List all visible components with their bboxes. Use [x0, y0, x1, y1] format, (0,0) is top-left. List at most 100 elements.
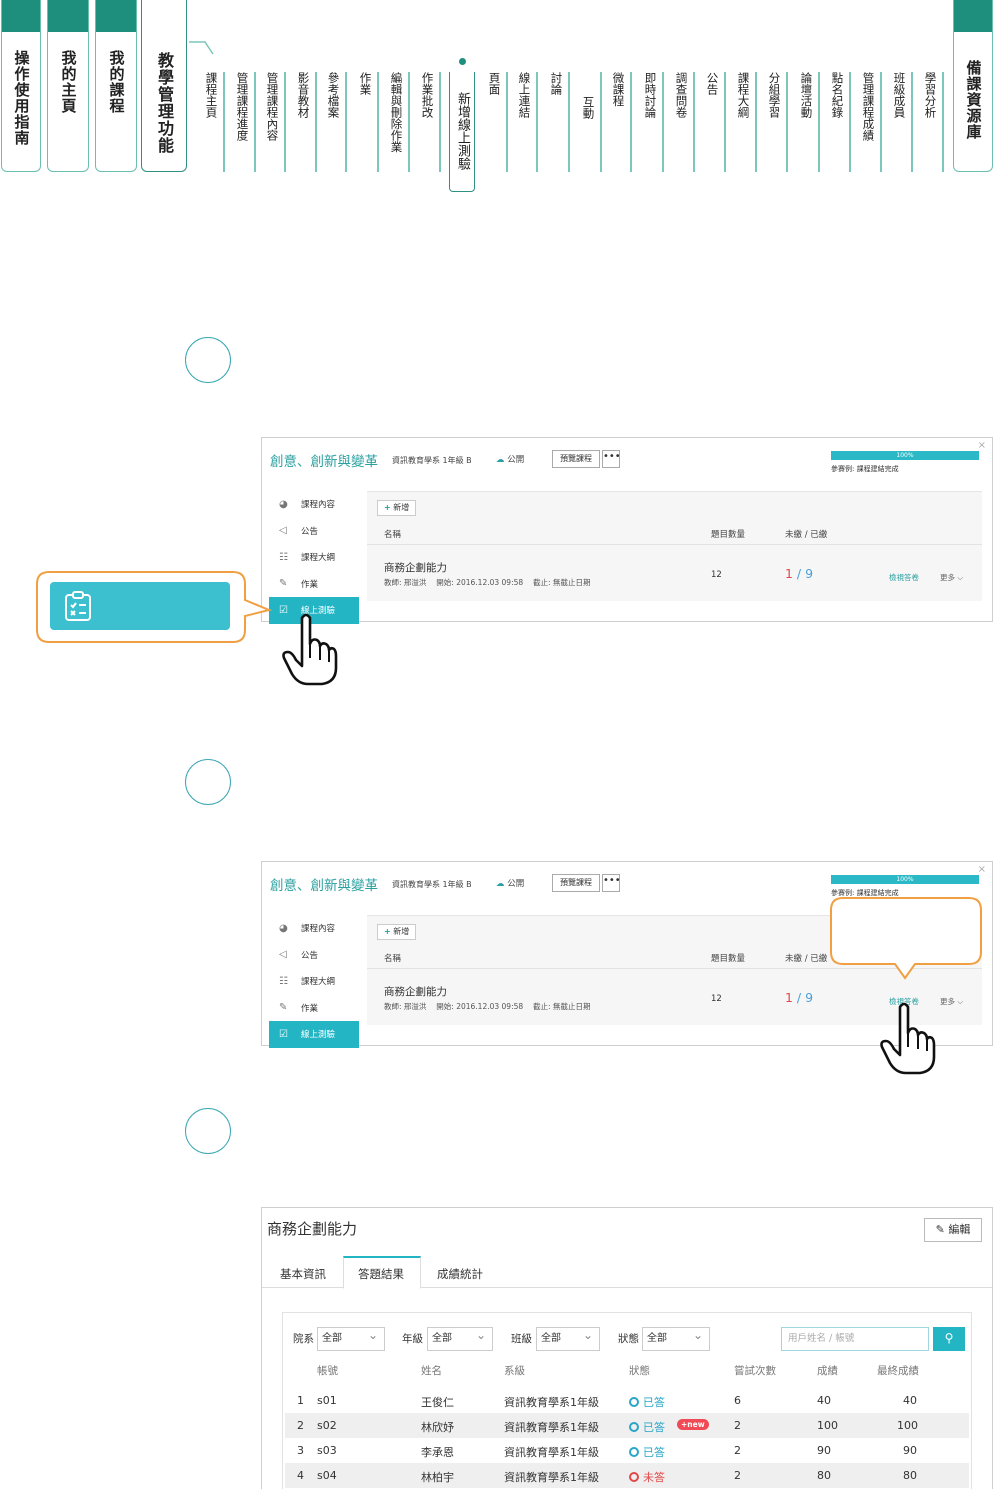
tab-teaching-management[interactable]: 教學管理功能 — [141, 0, 187, 172]
nav-item-21[interactable]: 點名紀錄 — [831, 72, 845, 118]
nav-divider — [439, 72, 441, 172]
cell-tries: 6 — [734, 1394, 741, 1407]
view-answers-link[interactable]: 檢視答卷 — [889, 572, 919, 583]
nav-item-5[interactable]: 參考檔案 — [327, 72, 341, 118]
course-dept: 資訊教育學系 1年級 B — [392, 880, 472, 889]
add-quiz-button[interactable]: + 新增 — [377, 924, 417, 940]
cell-tries: 2 — [734, 1419, 741, 1432]
quiz-feature-card — [50, 582, 230, 630]
add-label: 新增 — [393, 503, 410, 512]
tab-label: 教學管理功能 — [155, 52, 174, 154]
more-link[interactable]: 更多 ⌵ — [940, 996, 963, 1007]
visibility-text: 公開 — [507, 455, 525, 465]
nav-divider — [568, 72, 570, 172]
nav-item-1[interactable]: 課程主頁 — [205, 72, 219, 118]
sidebar-item-announcement[interactable]: ◁ 公告 — [269, 942, 359, 969]
nav-item-12[interactable]: 討論 — [550, 72, 564, 95]
nav-item-4[interactable]: 影音教材 — [297, 72, 311, 118]
status-answered: 已答 — [629, 1394, 665, 1410]
nav-item-8[interactable]: 作業批改 — [421, 72, 435, 118]
active-nav-frame — [449, 72, 475, 192]
nav-item-11[interactable]: 線上連結 — [518, 72, 532, 118]
progress-bar: 100% — [831, 875, 979, 884]
college-select[interactable]: 全部 — [317, 1324, 385, 1351]
submitted-count: 9 — [805, 990, 814, 1005]
status-ring-icon — [629, 1472, 639, 1482]
table-row[interactable]: 1 s01 王俊仁 資訊教育學系1年級 已答 6 40 40 — [285, 1388, 969, 1413]
sidebar-item-label: 線上測驗 — [301, 1030, 336, 1041]
col-count: 題目數量 — [711, 954, 746, 964]
quiz-name[interactable]: 商務企劃能力 — [384, 560, 447, 575]
callout-bubble-2 — [830, 897, 982, 980]
online-quiz-icon: ☑ — [279, 1028, 288, 1040]
status-ring-icon — [629, 1422, 639, 1432]
cell-final: 80 — [903, 1469, 917, 1482]
nav-item-19[interactable]: 分組學習 — [768, 72, 782, 118]
status-select[interactable]: 全部 — [642, 1324, 710, 1351]
sidebar-item-content[interactable]: ◕ 課程內容 — [269, 915, 359, 942]
nav-item-20[interactable]: 論壇活動 — [800, 72, 814, 118]
grade-select[interactable]: 全部 — [427, 1324, 493, 1351]
syllabus-icon: ☷ — [279, 551, 288, 563]
nav-item-7[interactable]: 編輯與刪除作業 — [390, 72, 404, 153]
unsubmitted-count: 1 — [785, 990, 793, 1005]
class-select[interactable]: 全部 — [536, 1324, 600, 1351]
more-options-button[interactable]: ••• — [602, 450, 621, 468]
sidebar-item-syllabus[interactable]: ☷ 課程大綱 — [269, 544, 359, 571]
quiz-name[interactable]: 商務企劃能力 — [384, 984, 447, 999]
nav-item-10[interactable]: 頁面 — [488, 72, 502, 95]
search-button[interactable]: ⚲ — [933, 1327, 965, 1351]
nav-divider — [536, 72, 538, 172]
nav-divider — [786, 72, 788, 172]
tab-resource-library[interactable]: 備課資源庫 — [953, 0, 993, 172]
nav-item-18[interactable]: 課程大綱 — [737, 72, 751, 118]
tab-basic-info[interactable]: 基本資訊 — [280, 1266, 326, 1282]
nav-item-22[interactable]: 管理課程成績 — [862, 72, 876, 141]
nav-item-2[interactable]: 管理課程進度 — [236, 72, 250, 141]
table-row[interactable]: 2 s02 林欣妤 資訊教育學系1年級 已答 +new 2 100 100 — [285, 1413, 969, 1438]
more-link[interactable]: 更多 ⌵ — [940, 572, 963, 583]
tab-answer-results[interactable]: 答題結果 — [358, 1266, 404, 1282]
sidebar-item-content[interactable]: ◕ 課程內容 — [269, 491, 359, 518]
filter-label-college: 院系 — [293, 1333, 314, 1345]
close-icon[interactable]: × — [978, 440, 986, 451]
sidebar-item-homework[interactable]: ✎ 作業 — [269, 571, 359, 598]
nav-item-14[interactable]: 微課程 — [612, 72, 626, 107]
cell-account: s02 — [317, 1419, 337, 1432]
sidebar-item-online-quiz[interactable]: ☑ 線上測驗 — [269, 1021, 359, 1048]
preview-course-button[interactable]: 預覽課程 — [552, 450, 600, 468]
nav-item-3[interactable]: 管理課程內容 — [266, 72, 280, 141]
submission-ratio: 1 / 9 — [785, 566, 813, 581]
tab-score-stats[interactable]: 成績統計 — [437, 1266, 483, 1282]
homework-icon: ✎ — [279, 578, 288, 590]
header-divider — [367, 544, 982, 545]
nav-item-16[interactable]: 調查問卷 — [675, 72, 689, 118]
status-answered: 已答 — [629, 1419, 665, 1435]
more-options-button[interactable]: ••• — [602, 874, 621, 892]
nav-item-24[interactable]: 學習分析 — [924, 72, 938, 118]
nav-item-13[interactable]: 互動 — [582, 96, 596, 119]
nav-item-23[interactable]: 班級成員 — [893, 72, 907, 118]
nav-item-6[interactable]: 作業 — [359, 72, 373, 95]
edit-button[interactable]: ✎ 編輯 — [924, 1218, 982, 1242]
status-text: 已答 — [643, 1396, 665, 1409]
nav-item-15[interactable]: 即時討論 — [644, 72, 658, 118]
tab-my-courses[interactable]: 我的課程 — [95, 0, 137, 172]
sidebar-item-label: 作業 — [301, 579, 319, 590]
cell-name: 林欣妤 — [421, 1421, 454, 1434]
preview-course-button[interactable]: 預覽課程 — [552, 874, 600, 892]
table-row[interactable]: 3 s03 李承恩 資訊教育學系1年級 已答 2 90 90 — [285, 1438, 969, 1463]
sidebar-item-homework[interactable]: ✎ 作業 — [269, 995, 359, 1022]
tab-my-home[interactable]: 我的主頁 — [47, 0, 89, 172]
nav-item-17[interactable]: 公告 — [706, 72, 720, 95]
step-marker-1 — [185, 337, 231, 383]
tab-user-guide[interactable]: 操作使用指南 — [1, 0, 41, 172]
add-quiz-button[interactable]: + 新增 — [377, 500, 417, 516]
sidebar-item-syllabus[interactable]: ☷ 課程大綱 — [269, 968, 359, 995]
close-icon[interactable]: × — [978, 864, 986, 875]
nav-divider — [693, 72, 695, 172]
col-tries: 嘗試次數 — [734, 1365, 776, 1377]
sidebar-item-announcement[interactable]: ◁ 公告 — [269, 518, 359, 545]
user-search-input[interactable]: 用戶姓名 / 帳號 — [781, 1327, 929, 1351]
table-row[interactable]: 4 s04 林柏宇 資訊教育學系1年級 未答 2 80 80 — [285, 1463, 969, 1488]
